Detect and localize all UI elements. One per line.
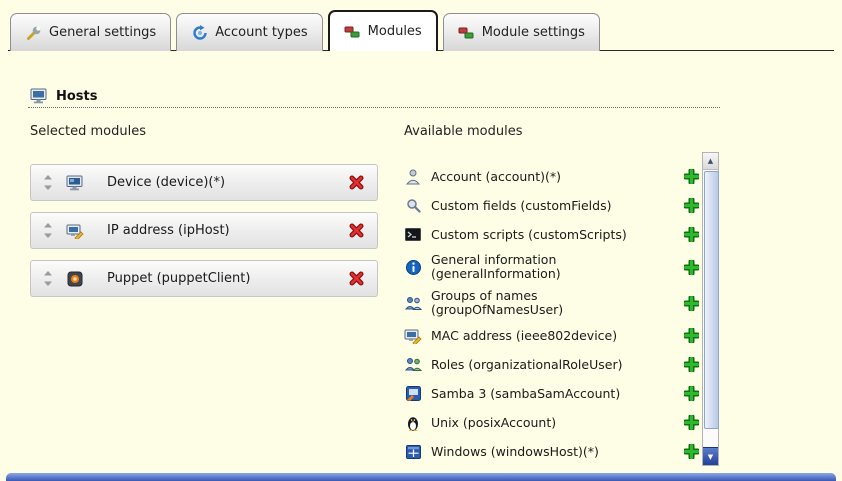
tab-general-settings[interactable]: General settings bbox=[10, 13, 171, 51]
available-module-name: Windows (windowsHost)(*) bbox=[431, 445, 599, 459]
drag-handle-icon[interactable] bbox=[43, 223, 53, 238]
add-module-button[interactable] bbox=[682, 226, 700, 244]
drag-handle-icon[interactable] bbox=[43, 271, 53, 286]
add-module-button[interactable] bbox=[682, 327, 700, 345]
wrench-icon bbox=[25, 24, 42, 41]
available-module-name: Account (account)(*) bbox=[431, 170, 561, 184]
available-module-name: Custom fields (customFields) bbox=[431, 199, 611, 213]
info-icon bbox=[404, 260, 422, 275]
available-module-name: Samba 3 (sambaSamAccount) bbox=[431, 387, 620, 401]
device-icon bbox=[65, 175, 85, 191]
remove-module-button[interactable] bbox=[347, 270, 365, 288]
config-page: General settings Account types Modules M… bbox=[0, 0, 842, 481]
selected-modules-list: Device (device)(*) IP address (ipHost) bbox=[30, 164, 378, 297]
available-module-row-custom-fields: Custom fields (customFields) bbox=[404, 195, 700, 216]
selected-module-row-device: Device (device)(*) bbox=[30, 164, 378, 201]
selected-modules-label: Selected modules bbox=[30, 124, 146, 139]
selected-module-name: Puppet (puppetClient) bbox=[107, 271, 250, 286]
available-modules-list: Account (account)(*) Custom fields (cust… bbox=[404, 152, 700, 464]
available-module-row-custom-scripts: Custom scripts (customScripts) bbox=[404, 224, 700, 245]
refresh-gear-icon bbox=[191, 24, 208, 41]
group-icon bbox=[404, 296, 422, 311]
section-header: Hosts bbox=[30, 88, 98, 104]
available-modules-label: Available modules bbox=[404, 124, 522, 139]
section-divider bbox=[28, 107, 720, 108]
available-module-row-groups-of-names: Groups of names (groupOfNamesUser) bbox=[404, 289, 700, 317]
add-module-button[interactable] bbox=[682, 197, 700, 215]
remove-module-button[interactable] bbox=[347, 174, 365, 192]
scroll-down-button[interactable]: ▼ bbox=[703, 447, 718, 465]
scrollbar-thumb[interactable] bbox=[704, 171, 719, 429]
roles-icon bbox=[404, 357, 422, 372]
terminal-icon bbox=[404, 228, 422, 241]
available-module-name: Groups of names (groupOfNamesUser) bbox=[431, 289, 649, 317]
available-module-name: MAC address (ieee802device) bbox=[431, 329, 617, 343]
available-module-row-mac-address: MAC address (ieee802device) bbox=[404, 325, 700, 346]
tab-bar: General settings Account types Modules M… bbox=[10, 10, 600, 51]
add-module-button[interactable] bbox=[682, 414, 700, 432]
account-icon bbox=[404, 169, 422, 185]
available-module-row-windows: Windows (windowsHost)(*) bbox=[404, 441, 700, 462]
available-module-name: Custom scripts (customScripts) bbox=[431, 228, 627, 242]
module-settings-icon bbox=[458, 24, 475, 41]
available-module-name: Unix (posixAccount) bbox=[431, 416, 556, 430]
tab-account-types[interactable]: Account types bbox=[176, 13, 322, 51]
available-module-row-roles: Roles (organizationalRoleUser) bbox=[404, 354, 700, 375]
tab-modules[interactable]: Modules bbox=[328, 10, 438, 51]
tab-label: Modules bbox=[368, 24, 422, 39]
tab-module-settings[interactable]: Module settings bbox=[443, 13, 600, 51]
tab-label: General settings bbox=[49, 25, 156, 40]
available-module-row-unix: Unix (posixAccount) bbox=[404, 412, 700, 433]
selected-module-row-puppet: Puppet (puppetClient) bbox=[30, 260, 378, 297]
add-module-button[interactable] bbox=[682, 356, 700, 374]
available-modules-scrollbar[interactable]: ▲ ▼ bbox=[702, 152, 719, 466]
mac-address-icon bbox=[404, 328, 422, 344]
samba-icon bbox=[404, 386, 422, 401]
hosts-icon bbox=[30, 88, 48, 104]
selected-module-name: IP address (ipHost) bbox=[107, 223, 230, 238]
available-module-row-samba3: Samba 3 (sambaSamAccount) bbox=[404, 383, 700, 404]
puppet-icon bbox=[65, 271, 85, 287]
scroll-up-icon: ▲ bbox=[708, 157, 713, 165]
available-module-row-general-information: General information (generalInformation) bbox=[404, 253, 700, 281]
scroll-down-icon: ▼ bbox=[708, 453, 713, 461]
penguin-icon bbox=[404, 415, 422, 431]
tab-label: Account types bbox=[215, 25, 307, 40]
remove-module-button[interactable] bbox=[347, 222, 365, 240]
add-module-button[interactable] bbox=[682, 258, 700, 276]
add-module-button[interactable] bbox=[682, 294, 700, 312]
drag-handle-icon[interactable] bbox=[43, 175, 53, 190]
bottom-section-bar[interactable] bbox=[6, 473, 836, 481]
available-module-name: Roles (organizationalRoleUser) bbox=[431, 358, 622, 372]
windows-icon bbox=[404, 445, 422, 459]
scroll-up-button[interactable]: ▲ bbox=[703, 153, 718, 170]
available-module-row-account: Account (account)(*) bbox=[404, 166, 700, 187]
available-module-name: General information (generalInformation) bbox=[431, 253, 649, 281]
add-module-button[interactable] bbox=[682, 168, 700, 186]
magnifier-icon bbox=[404, 198, 422, 213]
section-title: Hosts bbox=[56, 89, 98, 104]
add-module-button[interactable] bbox=[682, 385, 700, 403]
modules-icon bbox=[344, 23, 361, 40]
ip-address-icon bbox=[65, 223, 85, 239]
selected-module-row-iphost: IP address (ipHost) bbox=[30, 212, 378, 249]
add-module-button[interactable] bbox=[682, 443, 700, 461]
selected-module-name: Device (device)(*) bbox=[107, 175, 225, 190]
tab-label: Module settings bbox=[482, 25, 585, 40]
